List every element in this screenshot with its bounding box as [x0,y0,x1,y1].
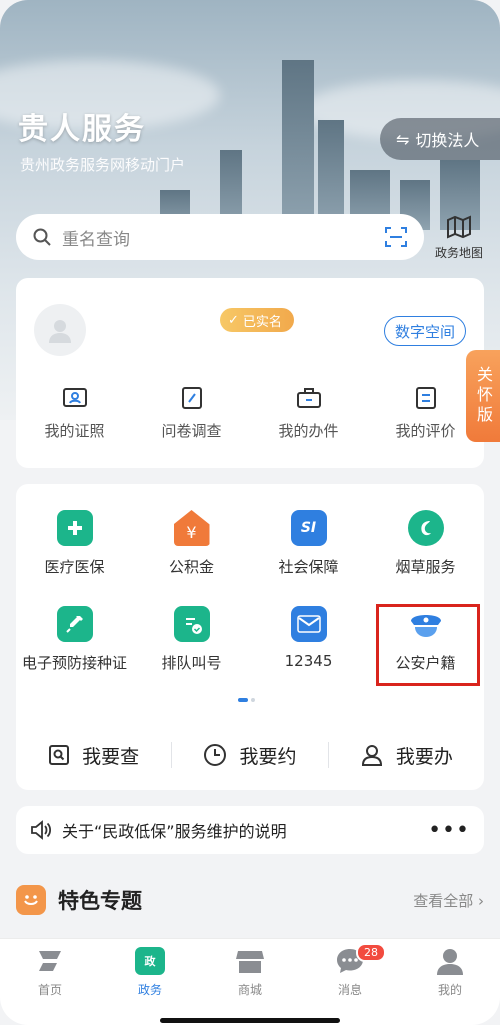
vaccination-cert-item[interactable]: 电子预防接种证 [16,606,133,673]
app-title: 贵人服务 [18,112,146,147]
search-bar[interactable]: 重名查询 [16,214,424,260]
tab-messages-label: 消息 [337,983,362,997]
more-icon[interactable]: ••• [428,818,470,843]
housing-fund-item[interactable]: ¥ 公积金 [133,510,250,577]
home-indicator[interactable] [160,1018,340,1023]
tab-gov-label: 政务 [137,983,162,997]
bottom-tab-bar: 首页 政 政务 商城 28 消息 我的 [0,938,500,1025]
search-icon [33,228,51,246]
services-card: 医疗医保 ¥ 公积金 SI 社会保障 烟草服务 电子预防接种证 排队叫号 123… [16,484,484,790]
highlight-box [376,604,480,686]
query-button[interactable]: 我要查 [16,742,171,769]
queue-number-label: 排队叫号 [161,654,222,672]
my-cases-label: 我的办件 [278,422,339,440]
digital-space-button[interactable]: 数字空间 [383,316,466,346]
vaccine-icon [56,606,93,642]
map-label: 政务地图 [434,246,483,260]
topics-header: 特色专题 查看全部 › [16,880,484,920]
verified-label: 已实名 [242,314,282,330]
my-certificates-item[interactable]: 我的证照 [16,386,133,441]
notice-bar[interactable]: 关于“民政低保”服务维护的说明 ••• [16,806,484,854]
tobacco-icon [407,510,444,546]
profile-shortcuts: 我的证照 问卷调查 我的办件 我的评价 [16,386,484,441]
query-label: 我要查 [82,745,140,768]
app-subtitle: 贵州政务服务网移动门户 [20,156,186,174]
survey-label: 问卷调查 [161,422,222,440]
profile-icon [437,949,463,975]
mail-icon [290,606,327,642]
tab-messages[interactable]: 28 消息 [300,943,400,1025]
search-input[interactable]: 重名查询 [62,225,384,250]
services-row-1: 医疗医保 ¥ 公积金 SI 社会保障 烟草服务 [16,510,484,577]
view-all-link[interactable]: 查看全部 › [413,890,484,911]
housing-fund-label: 公积金 [168,558,214,576]
app-screen: 贵人服务 贵州政务服务网移动门户 ⇋ 切换法人 重名查询 政务地图 ✓ 已实名 … [0,0,500,1025]
home-icon [39,951,61,971]
social-security-label: 社会保障 [278,558,339,576]
care-mode-button[interactable]: 关怀版 [466,350,500,442]
tab-home[interactable]: 首页 [0,947,100,1025]
hotline-12345-item[interactable]: 12345 [250,606,367,673]
survey-icon [181,387,202,409]
handle-label: 我要办 [395,745,453,768]
page-dot [251,698,255,702]
review-icon [415,387,436,409]
smile-icon [16,885,46,915]
chevron-right-icon: › [478,891,484,910]
appointment-button[interactable]: 我要约 [172,742,327,769]
user-avatar-icon [49,320,71,343]
my-cases-item[interactable]: 我的办件 [250,386,367,441]
gov-map-button[interactable]: 政务地图 [430,214,488,264]
tab-shop[interactable]: 商城 [200,947,300,1025]
survey-item[interactable]: 问卷调查 [133,386,250,441]
medical-insurance-item[interactable]: 医疗医保 [16,510,133,577]
switch-label: 切换法人 [415,131,480,150]
tab-home-label: 首页 [37,983,62,997]
view-all-label: 查看全部 [413,891,474,910]
map-icon [447,215,471,239]
avatar[interactable] [34,304,86,356]
social-security-icon: SI [290,510,327,546]
tab-shop-label: 商城 [237,983,262,997]
medical-insurance-label: 医疗医保 [44,558,105,576]
briefcase-icon [296,388,321,408]
page-dot-active [238,698,248,702]
tab-gov[interactable]: 政 政务 [100,947,200,1025]
speaker-icon [31,820,52,840]
message-badge: 28 [356,943,386,962]
handle-button[interactable]: 我要办 [329,742,484,769]
tab-mine-label: 我的 [437,983,462,997]
switch-legal-person-button[interactable]: ⇋ 切换法人 [380,118,500,160]
notice-text: 关于“民政低保”服务维护的说明 [62,822,287,841]
queue-number-item[interactable]: 排队叫号 [133,606,250,673]
topics-title: 特色专题 [58,889,142,913]
my-certificates-label: 我的证照 [44,422,105,440]
queue-icon [173,606,210,642]
tobacco-service-label: 烟草服务 [395,558,456,576]
appointment-label: 我要约 [239,745,297,768]
clock-icon [204,744,227,766]
swap-icon: ⇋ [396,129,410,149]
scan-icon[interactable] [384,225,408,249]
medical-icon [56,510,93,546]
hotline-12345-label: 12345 [284,652,333,670]
social-security-item[interactable]: SI 社会保障 [250,510,367,577]
tab-mine[interactable]: 我的 [400,947,500,1025]
tobacco-service-item[interactable]: 烟草服务 [367,510,484,577]
quick-actions: 我要查 我要约 我要办 [16,732,484,778]
vaccination-cert-label: 电子预防接种证 [21,654,127,672]
my-reviews-label: 我的评价 [395,422,456,440]
gov-icon: 政 [135,947,165,975]
id-card-icon [62,388,87,407]
profile-card: ✓ 已实名 数字空间 我的证照 问卷调查 我的办件 我的评价 [16,278,484,468]
search-doc-icon [49,745,70,765]
verified-icon: ✓ [228,312,239,328]
shop-icon [236,951,264,973]
person-icon [361,745,382,766]
house-fund-icon: ¥ [173,510,210,546]
verified-badge: ✓ 已实名 [220,308,294,332]
page-indicator [238,698,255,702]
